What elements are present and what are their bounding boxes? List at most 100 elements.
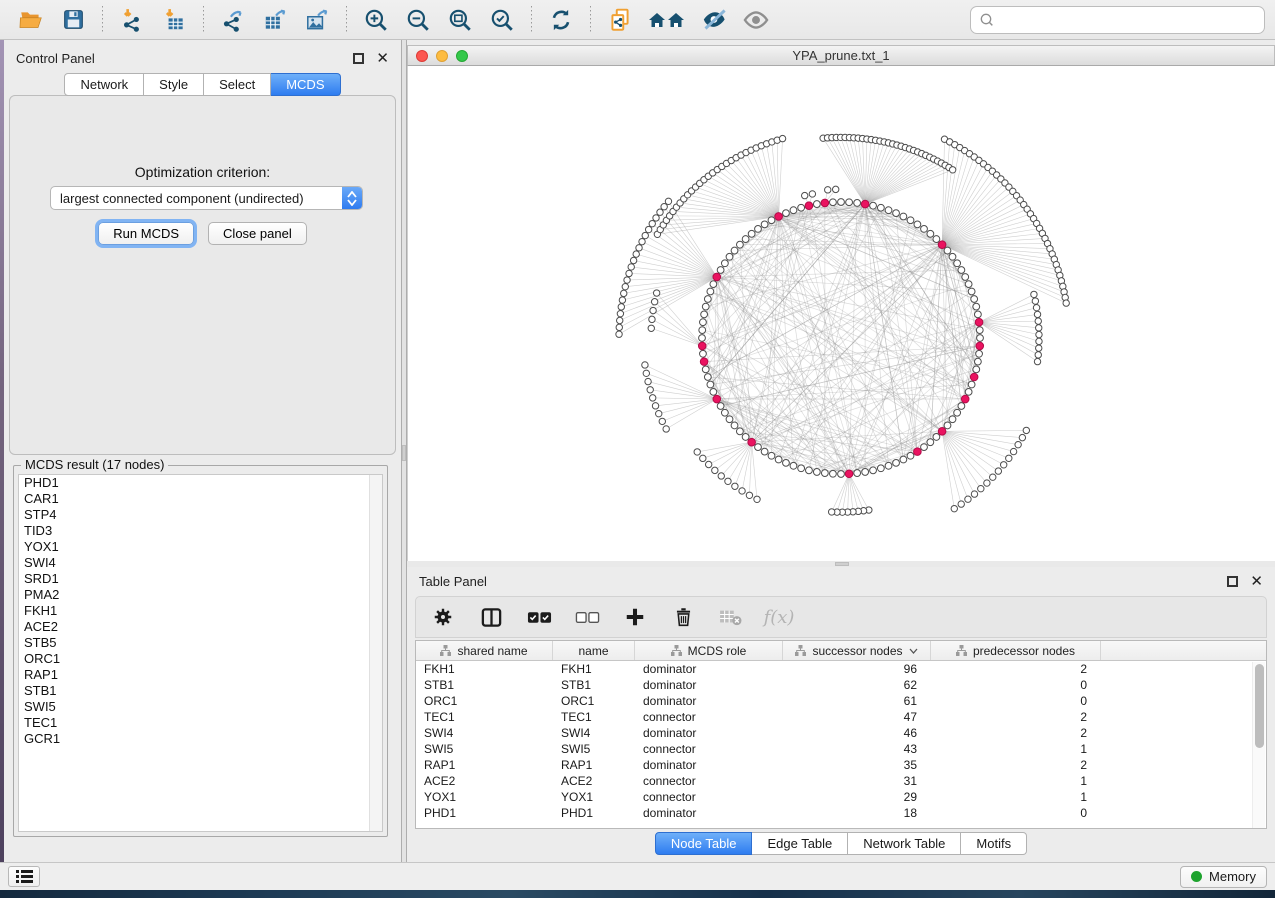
graph-node[interactable]: [893, 210, 900, 217]
graph-node[interactable]: [755, 444, 762, 451]
graph-node[interactable]: [944, 247, 951, 254]
graph-node[interactable]: [1035, 352, 1041, 358]
table-row[interactable]: YOX1YOX1connector291: [416, 789, 1266, 805]
graph-node[interactable]: [642, 362, 648, 368]
graph-node[interactable]: [732, 483, 738, 489]
export-image-button[interactable]: [300, 4, 334, 36]
graph-node[interactable]: [976, 350, 983, 357]
graph-node[interactable]: [704, 296, 711, 303]
mcds-result-item[interactable]: RAP1: [19, 667, 382, 683]
export-table-button[interactable]: [258, 4, 292, 36]
graph-node[interactable]: [813, 201, 820, 208]
graph-node[interactable]: [705, 461, 711, 467]
graph-node[interactable]: [862, 469, 869, 476]
graph-mcds-node[interactable]: [805, 202, 813, 210]
graph-node[interactable]: [1036, 325, 1042, 331]
graph-node[interactable]: [628, 264, 634, 270]
mcds-result-item[interactable]: TEC1: [19, 715, 382, 731]
column-header-predecessor-nodes[interactable]: predecessor nodes: [931, 641, 1101, 660]
graph-mcds-node[interactable]: [976, 342, 984, 350]
graph-mcds-node[interactable]: [713, 395, 721, 403]
table-settings-button[interactable]: [430, 604, 456, 630]
tab-node-table[interactable]: Node Table: [655, 832, 753, 855]
mcds-result-item[interactable]: ACE2: [19, 619, 382, 635]
graph-node[interactable]: [663, 426, 669, 432]
graph-node[interactable]: [927, 439, 934, 446]
graph-node[interactable]: [1031, 291, 1037, 297]
table-row[interactable]: STB1STB1dominator620: [416, 677, 1266, 693]
graph-mcds-node[interactable]: [713, 273, 721, 281]
graph-node[interactable]: [694, 449, 700, 455]
graph-node[interactable]: [798, 204, 805, 211]
tab-style[interactable]: Style: [144, 73, 204, 96]
network-graph[interactable]: [408, 66, 1275, 561]
graph-node[interactable]: [933, 434, 940, 441]
graph-node[interactable]: [900, 213, 907, 220]
graph-node[interactable]: [809, 191, 815, 197]
graph-node[interactable]: [838, 471, 845, 478]
graph-mcds-node[interactable]: [775, 213, 783, 221]
graph-node[interactable]: [933, 236, 940, 243]
table-row[interactable]: ACE2ACE2connector311: [416, 773, 1266, 789]
graph-node[interactable]: [974, 311, 981, 318]
table-row[interactable]: SWI5SWI5connector431: [416, 741, 1266, 757]
graph-node[interactable]: [806, 467, 813, 474]
graph-node[interactable]: [1032, 298, 1038, 304]
graph-node[interactable]: [949, 253, 956, 260]
column-header-MCDS-role[interactable]: MCDS role: [635, 641, 783, 660]
deselect-all-button[interactable]: [574, 604, 600, 630]
graph-node[interactable]: [977, 335, 984, 342]
graph-node[interactable]: [621, 290, 627, 296]
graph-node[interactable]: [944, 422, 951, 429]
graph-node[interactable]: [718, 473, 724, 479]
open-file-button[interactable]: [14, 4, 48, 36]
graph-node[interactable]: [616, 331, 622, 337]
graph-node[interactable]: [951, 505, 957, 511]
graph-node[interactable]: [1033, 304, 1039, 310]
graph-node[interactable]: [1015, 441, 1021, 447]
save-session-button[interactable]: [56, 4, 90, 36]
mcds-result-item[interactable]: PHD1: [19, 475, 382, 491]
graph-node[interactable]: [790, 462, 797, 469]
graph-node[interactable]: [768, 217, 775, 224]
graph-node[interactable]: [616, 324, 622, 330]
graph-mcds-node[interactable]: [845, 470, 853, 478]
tab-network[interactable]: Network: [64, 73, 144, 96]
graph-node[interactable]: [1036, 338, 1042, 344]
graph-node[interactable]: [965, 388, 972, 395]
table-row[interactable]: SWI4SWI4dominator462: [416, 725, 1266, 741]
graph-node[interactable]: [921, 444, 928, 451]
graph-node[interactable]: [978, 485, 984, 491]
mcds-result-item[interactable]: SRD1: [19, 571, 382, 587]
graph-mcds-node[interactable]: [861, 200, 869, 208]
graph-node[interactable]: [726, 253, 733, 260]
graph-node[interactable]: [821, 470, 828, 477]
graph-mcds-node[interactable]: [698, 342, 706, 350]
graph-node[interactable]: [721, 409, 728, 416]
graph-node[interactable]: [652, 403, 658, 409]
graph-node[interactable]: [927, 230, 934, 237]
graph-node[interactable]: [622, 283, 628, 289]
graph-node[interactable]: [830, 470, 837, 477]
mcds-result-item[interactable]: TID3: [19, 523, 382, 539]
graph-node[interactable]: [707, 288, 714, 295]
graph-node[interactable]: [618, 304, 624, 310]
graph-mcds-node[interactable]: [821, 199, 829, 207]
graph-node[interactable]: [653, 215, 659, 221]
graph-node[interactable]: [968, 381, 975, 388]
table-row[interactable]: ORC1ORC1dominator610: [416, 693, 1266, 709]
graph-node[interactable]: [645, 226, 651, 232]
graph-node[interactable]: [830, 199, 837, 206]
graph-node[interactable]: [630, 257, 636, 263]
graph-mcds-node[interactable]: [938, 428, 946, 436]
graph-node[interactable]: [649, 316, 655, 322]
graph-node[interactable]: [802, 192, 808, 198]
zoom-selected-button[interactable]: [485, 4, 519, 36]
graph-node[interactable]: [624, 277, 630, 283]
graph-node[interactable]: [700, 319, 707, 326]
mcds-result-item[interactable]: FKH1: [19, 603, 382, 619]
home-layout-button[interactable]: [645, 4, 689, 36]
graph-node[interactable]: [707, 381, 714, 388]
graph-node[interactable]: [1035, 318, 1041, 324]
graph-node[interactable]: [798, 465, 805, 472]
